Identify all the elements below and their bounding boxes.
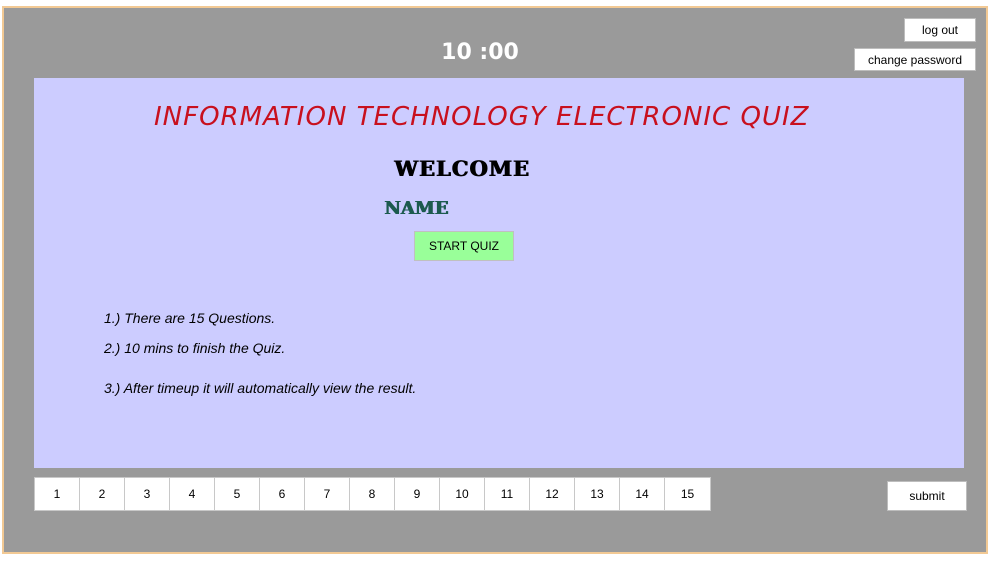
question-button[interactable]: 2 [80, 478, 125, 510]
start-quiz-button[interactable]: START QUIZ [414, 231, 514, 261]
question-button[interactable]: 10 [440, 478, 485, 510]
question-button[interactable]: 6 [260, 478, 305, 510]
quiz-panel: INFORMATION TECHNOLOGY ELECTRONIC QUIZ W… [34, 78, 964, 468]
rule-text: 3.) After timeup it will automatically v… [104, 380, 417, 396]
question-button[interactable]: 4 [170, 478, 215, 510]
logout-button[interactable]: log out [904, 18, 976, 42]
countdown-timer: 10 :00 [441, 40, 519, 65]
rule-text: 2.) 10 mins to finish the Quiz. [104, 340, 286, 356]
question-button[interactable]: 3 [125, 478, 170, 510]
question-button[interactable]: 15 [665, 478, 710, 510]
submit-button[interactable]: submit [887, 481, 967, 511]
question-button[interactable]: 5 [215, 478, 260, 510]
change-password-button[interactable]: change password [854, 48, 976, 71]
question-button[interactable]: 1 [35, 478, 80, 510]
rule-text: 1.) There are 15 Questions. [104, 310, 276, 326]
quiz-title: INFORMATION TECHNOLOGY ELECTRONIC QUIZ [154, 102, 810, 132]
user-name-label: NAME [384, 198, 449, 219]
question-button[interactable]: 12 [530, 478, 575, 510]
question-button[interactable]: 11 [485, 478, 530, 510]
question-button[interactable]: 9 [395, 478, 440, 510]
question-button[interactable]: 8 [350, 478, 395, 510]
question-button[interactable]: 7 [305, 478, 350, 510]
question-navigation: 1 2 3 4 5 6 7 8 9 10 11 12 13 14 15 [34, 477, 711, 511]
question-button[interactable]: 13 [575, 478, 620, 510]
question-button[interactable]: 14 [620, 478, 665, 510]
welcome-heading: WELCOME [394, 156, 530, 181]
